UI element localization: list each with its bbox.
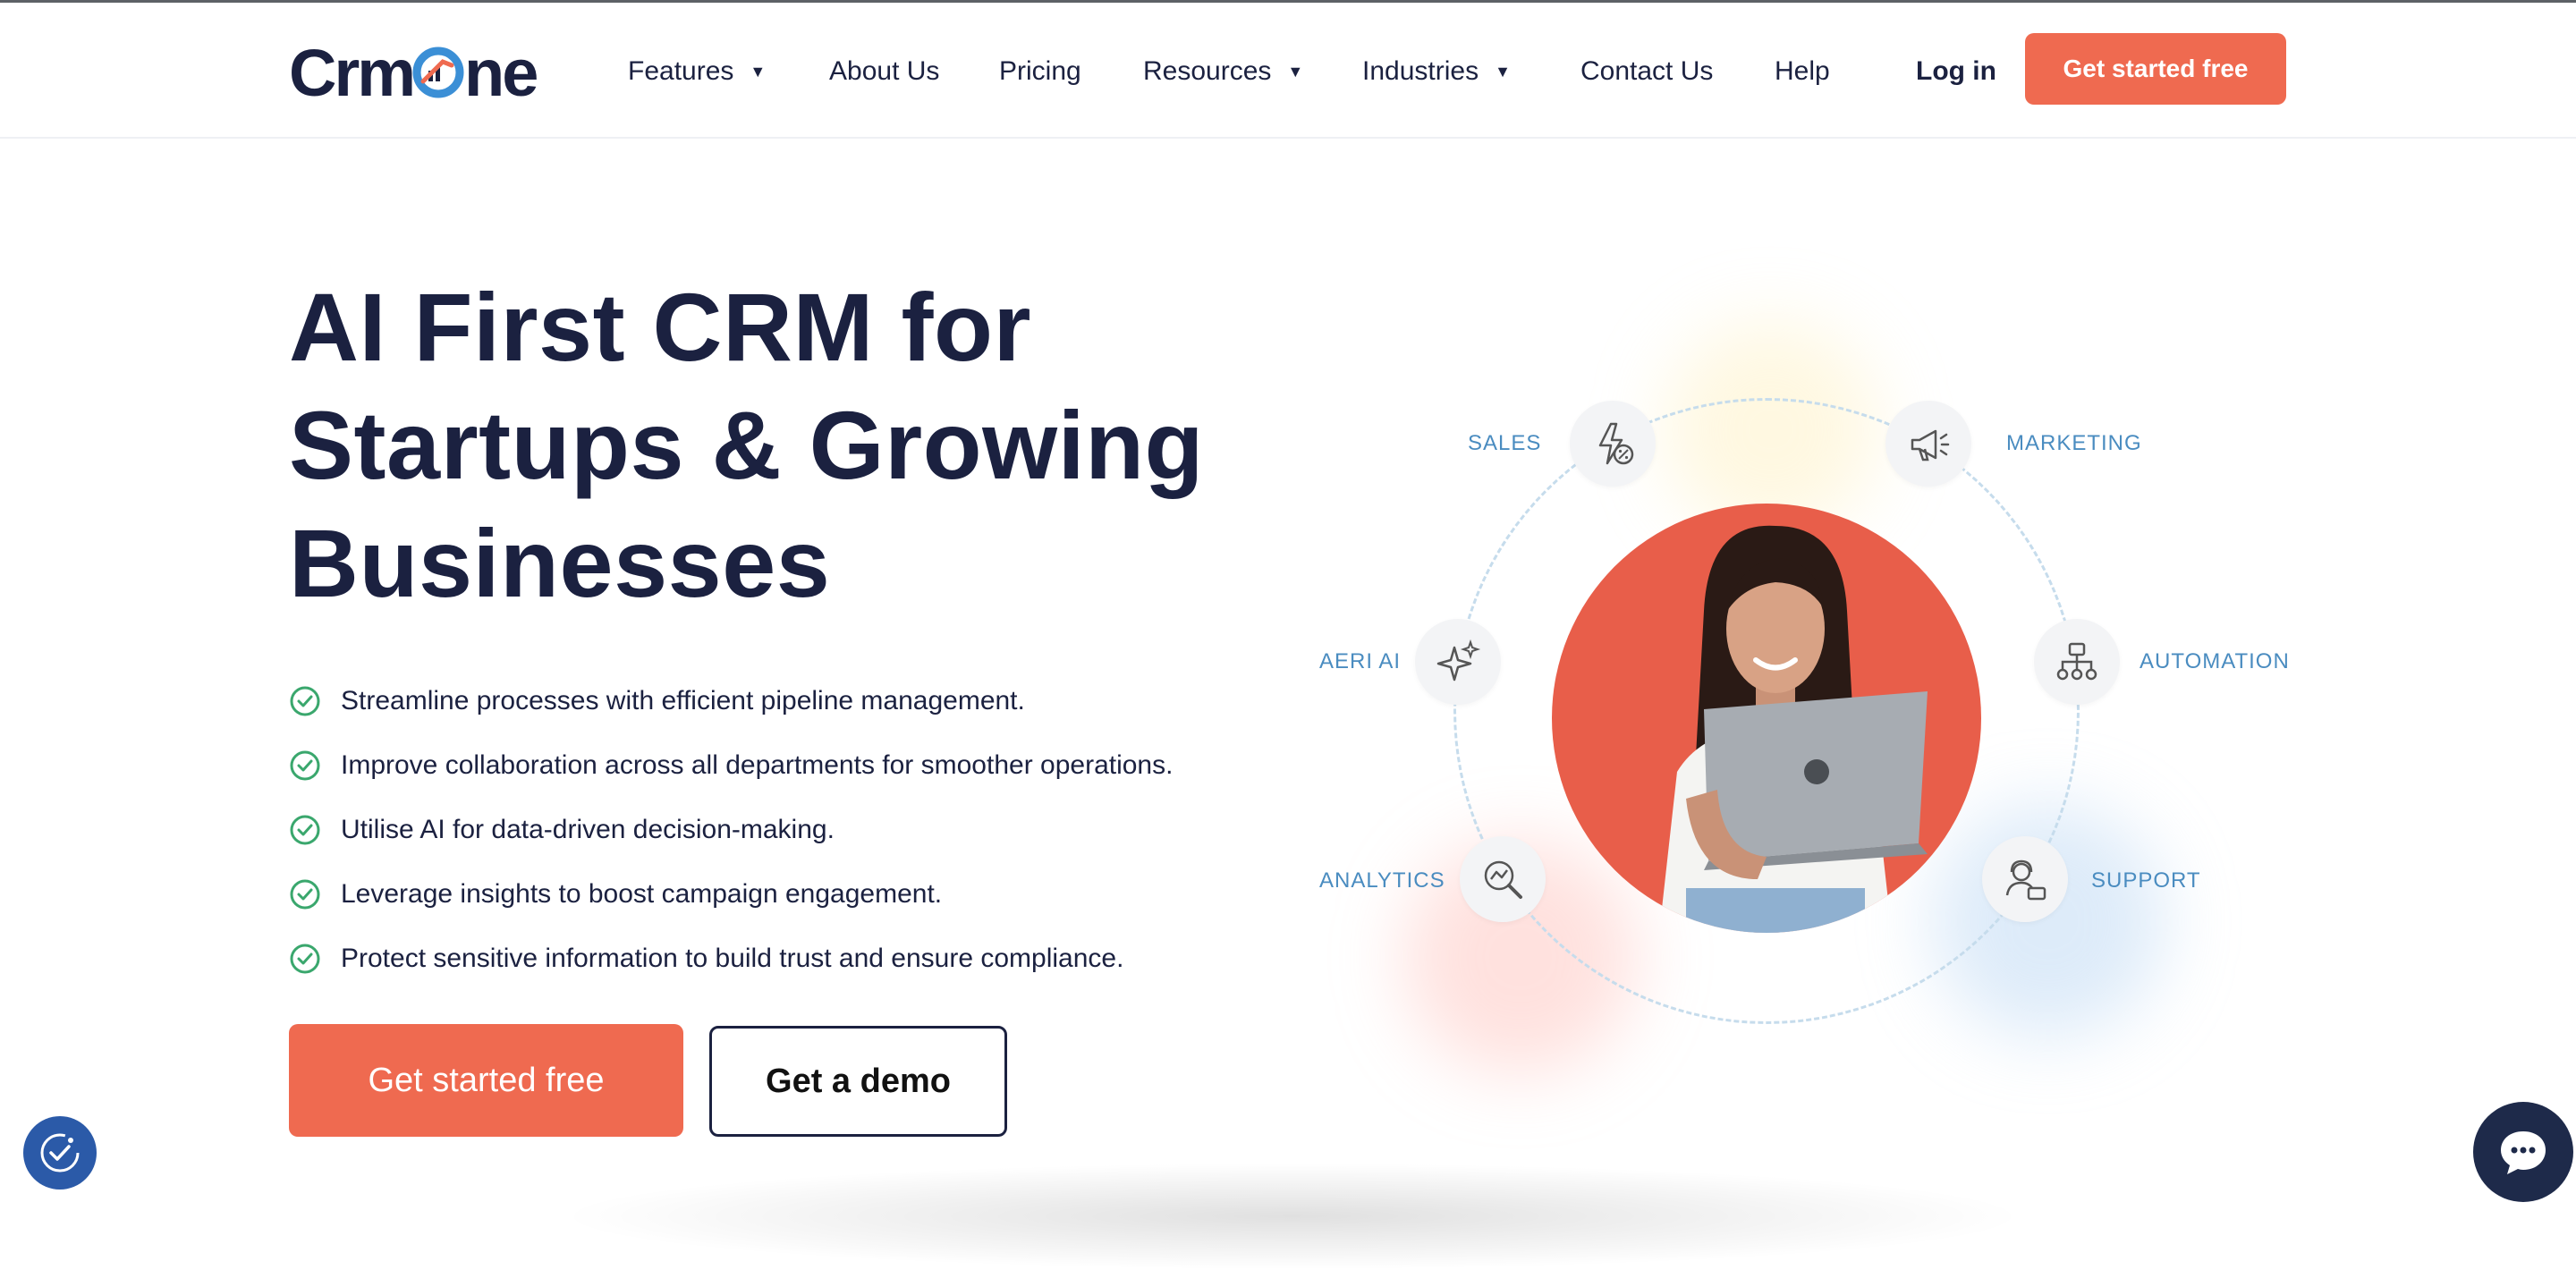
person-with-laptop-image <box>1552 504 1981 933</box>
check-circle-icon <box>290 686 320 716</box>
nav-features[interactable]: Features ▼ <box>628 49 766 94</box>
section-shadow <box>555 1163 2030 1270</box>
bullet-text: Protect sensitive information to build t… <box>341 944 1124 973</box>
nav-about-us-label: About Us <box>829 56 940 86</box>
login-link[interactable]: Log in <box>1916 49 1996 94</box>
list-item: Improve collaboration across all departm… <box>289 733 1273 798</box>
automation-node <box>2034 619 2120 705</box>
svg-text:Crm: Crm <box>289 36 413 106</box>
aeri-ai-node <box>1415 619 1501 705</box>
nav-pricing-label: Pricing <box>999 56 1081 86</box>
crm-modules-illustration: SALES MARKETING AERI AI AUTOMATION ANALY… <box>1288 268 2361 1163</box>
nav-industries-label: Industries <box>1362 56 1479 86</box>
bullet-text: Utilise AI for data-driven decision-maki… <box>341 815 835 844</box>
aeri-ai-label: AERI AI <box>1319 649 1402 673</box>
automation-label: AUTOMATION <box>2140 649 2290 673</box>
accessibility-button[interactable] <box>23 1116 97 1190</box>
megaphone-icon <box>1911 429 1950 461</box>
check-circle-icon <box>290 944 320 974</box>
sales-bolt-percent-icon <box>1598 422 1634 465</box>
marketing-label: MARKETING <box>2006 431 2142 455</box>
nav-resources-label: Resources <box>1143 56 1272 86</box>
workflow-icon <box>2056 642 2097 681</box>
support-label: SUPPORT <box>2091 868 2201 893</box>
feature-bullet-list: Streamline processes with efficient pipe… <box>289 669 1273 991</box>
list-item: Streamline processes with efficient pipe… <box>289 669 1273 733</box>
sales-label: SALES <box>1468 431 1542 455</box>
marketing-node <box>1885 401 1971 487</box>
bullet-text: Improve collaboration across all departm… <box>341 750 1174 780</box>
check-circle-icon <box>290 750 320 781</box>
nav-features-label: Features <box>628 56 734 86</box>
nav-about-us[interactable]: About Us <box>829 49 939 94</box>
support-node <box>1982 836 2068 922</box>
site-header: Crm ne Features ▼ About Us Pricing Resour… <box>0 3 2576 139</box>
list-item: Leverage insights to boost campaign enga… <box>289 862 1273 927</box>
chat-bubble-icon <box>2501 1131 2546 1174</box>
hero-title-line: Startups & Growing <box>289 391 1205 499</box>
nav-pricing[interactable]: Pricing <box>999 49 1081 94</box>
analytics-label: ANALYTICS <box>1319 868 1445 893</box>
analytics-search-icon <box>1484 860 1522 899</box>
list-item: Utilise AI for data-driven decision-maki… <box>289 798 1273 862</box>
list-item: Protect sensitive information to build t… <box>289 927 1273 991</box>
nav-contact-us-label: Contact Us <box>1580 56 1714 86</box>
nav-contact-us[interactable]: Contact Us <box>1580 49 1713 94</box>
get-a-demo-button[interactable]: Get a demo <box>709 1026 1007 1137</box>
get-started-free-button[interactable]: Get started free <box>289 1024 683 1137</box>
nav-help[interactable]: Help <box>1775 49 1830 94</box>
crmone-logo-icon: Crm ne <box>289 36 539 110</box>
bullet-text: Streamline processes with efficient pipe… <box>341 686 1025 715</box>
check-circle-icon <box>290 879 320 910</box>
hero-title-line: AI First CRM for <box>289 273 1031 381</box>
nav-help-label: Help <box>1775 56 1830 86</box>
caret-down-icon: ▼ <box>1287 63 1304 80</box>
support-agent-icon <box>2005 859 2046 901</box>
analytics-node <box>1460 836 1546 922</box>
accessibility-check-icon <box>40 1133 80 1173</box>
chat-launcher-button[interactable] <box>2473 1102 2573 1202</box>
hero-title-line: Businesses <box>289 509 831 617</box>
sparkles-icon <box>1436 639 1481 682</box>
caret-down-icon: ▼ <box>1495 63 1511 80</box>
caret-down-icon: ▼ <box>750 63 767 80</box>
nav-industries[interactable]: Industries ▼ <box>1362 49 1511 94</box>
sales-node <box>1570 401 1656 487</box>
bullet-text: Leverage insights to boost campaign enga… <box>341 879 943 909</box>
crmone-logo[interactable]: Crm ne <box>289 35 550 110</box>
nav-resources[interactable]: Resources ▼ <box>1143 49 1303 94</box>
check-circle-icon <box>290 815 320 845</box>
person-illustration <box>1659 525 1928 933</box>
header-get-started-button[interactable]: Get started free <box>2025 33 2286 105</box>
svg-text:ne: ne <box>464 36 537 106</box>
hero-title: AI First CRM for Startups & Growing Busi… <box>289 268 1273 622</box>
